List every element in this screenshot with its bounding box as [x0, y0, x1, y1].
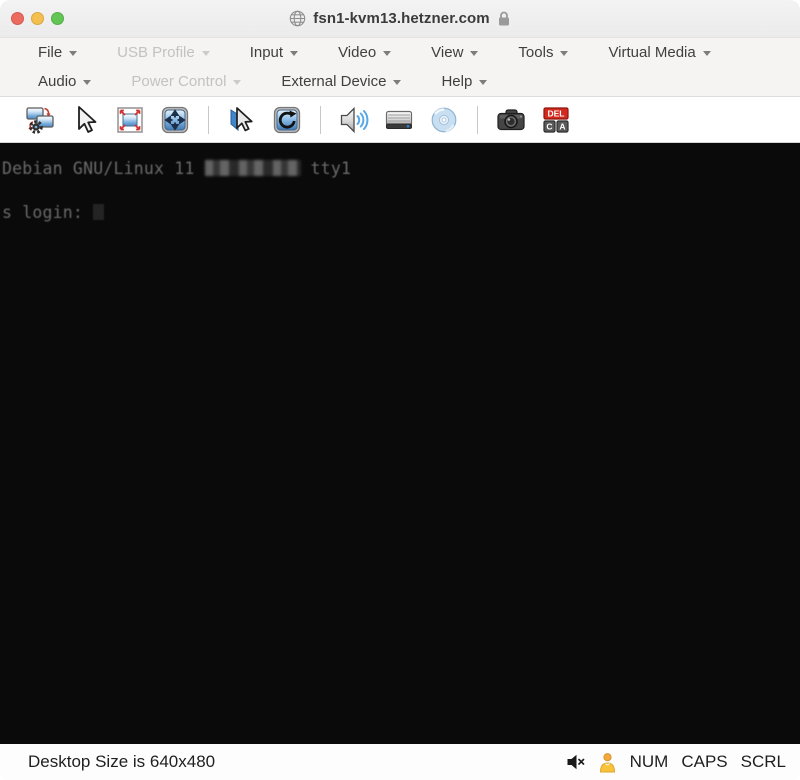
chevron-down-icon	[233, 80, 241, 85]
menu-power-control: Power Control	[131, 73, 241, 90]
audio-icon	[339, 105, 369, 135]
toolbar-separator	[477, 106, 478, 134]
audio-muted-icon	[566, 754, 585, 770]
num-lock-indicator: NUM	[630, 752, 669, 772]
refresh-video-icon	[272, 105, 302, 135]
audio-button[interactable]	[338, 104, 370, 136]
chevron-down-icon	[703, 51, 711, 56]
alt-key-label: A	[559, 121, 565, 131]
menu-help[interactable]: Help	[441, 73, 487, 90]
chevron-down-icon	[290, 51, 298, 56]
virtual-drive-icon	[384, 105, 414, 135]
toolbar-separator	[208, 106, 209, 134]
chevron-down-icon	[560, 51, 568, 56]
menu-view[interactable]: View	[431, 44, 478, 61]
screenshot-button[interactable]	[495, 104, 527, 136]
virtual-cd-icon	[429, 105, 459, 135]
del-key-label: DEL	[548, 108, 565, 118]
screenshot-icon	[495, 105, 527, 135]
fit-to-window-icon	[115, 105, 145, 135]
chevron-down-icon	[202, 51, 210, 56]
virtual-cd-button[interactable]	[428, 104, 460, 136]
screen-settings-icon	[24, 105, 56, 135]
zoom-window-button[interactable]	[51, 12, 64, 25]
fullscreen-icon	[160, 105, 190, 135]
menu-video[interactable]: Video	[338, 44, 391, 61]
caps-lock-indicator: CAPS	[681, 752, 727, 772]
ctrl-alt-del-button[interactable]: DEL C A	[540, 104, 572, 136]
menu-tools[interactable]: Tools	[518, 44, 568, 61]
close-window-button[interactable]	[11, 12, 24, 25]
toolbar-separator	[320, 106, 321, 134]
ctrl-alt-del-icon: DEL C A	[541, 106, 571, 134]
status-bar: Desktop Size is 640x480 NUM CAPS SCRL	[0, 744, 800, 780]
minimize-window-button[interactable]	[31, 12, 44, 25]
menu-external-device[interactable]: External Device	[281, 73, 401, 90]
remote-console-screen[interactable]: Debian GNU/Linux 11 tty1 s login:	[0, 143, 800, 744]
menu-bar: File USB Profile Input Video View Tools	[0, 38, 800, 97]
console-banner-line: Debian GNU/Linux 11 tty1	[2, 159, 351, 179]
screen-settings-button[interactable]	[24, 104, 56, 136]
traffic-lights	[11, 0, 64, 37]
menu-audio[interactable]: Audio	[38, 73, 91, 90]
console-cursor	[93, 204, 104, 220]
globe-icon	[289, 10, 306, 27]
window-titlebar: fsn1-kvm13.hetzner.com	[0, 0, 800, 38]
refresh-video-button[interactable]	[271, 104, 303, 136]
menu-usb-profile: USB Profile	[117, 44, 210, 61]
redacted-hostname	[205, 160, 301, 176]
chevron-down-icon	[383, 51, 391, 56]
console-login-line: s login:	[2, 203, 104, 223]
chevron-down-icon	[83, 80, 91, 85]
virtual-drive-button[interactable]	[383, 104, 415, 136]
chevron-down-icon	[470, 51, 478, 56]
menu-file[interactable]: File	[38, 44, 77, 61]
relative-mouse-mode-button[interactable]	[226, 104, 258, 136]
window-title: fsn1-kvm13.hetzner.com	[313, 10, 489, 27]
console-login-prompt: s login:	[2, 203, 83, 222]
status-message: Desktop Size is 640x480	[28, 752, 215, 772]
console-banner-suffix: tty1	[311, 159, 352, 178]
connected-user-icon	[598, 752, 617, 773]
chevron-down-icon	[479, 80, 487, 85]
relative-mouse-mode-icon	[227, 105, 257, 135]
fullscreen-button[interactable]	[159, 104, 191, 136]
chevron-down-icon	[69, 51, 77, 56]
menu-virtual-media[interactable]: Virtual Media	[608, 44, 710, 61]
mouse-pointer-icon	[72, 105, 98, 135]
ctrl-key-label: C	[546, 121, 552, 131]
fit-to-window-button[interactable]	[114, 104, 146, 136]
console-banner-prefix: Debian GNU/Linux 11	[2, 159, 195, 178]
kvm-console-window: fsn1-kvm13.hetzner.com File USB Profile …	[0, 0, 800, 780]
menu-input[interactable]: Input	[250, 44, 298, 61]
toolbar: DEL C A	[0, 97, 800, 143]
chevron-down-icon	[393, 80, 401, 85]
menu-row-2: Audio Power Control External Device Help	[38, 67, 800, 96]
scroll-lock-indicator: SCRL	[741, 752, 786, 772]
mouse-pointer-button[interactable]	[69, 104, 101, 136]
menu-row-1: File USB Profile Input Video View Tools	[38, 38, 800, 67]
lock-icon	[497, 10, 511, 27]
